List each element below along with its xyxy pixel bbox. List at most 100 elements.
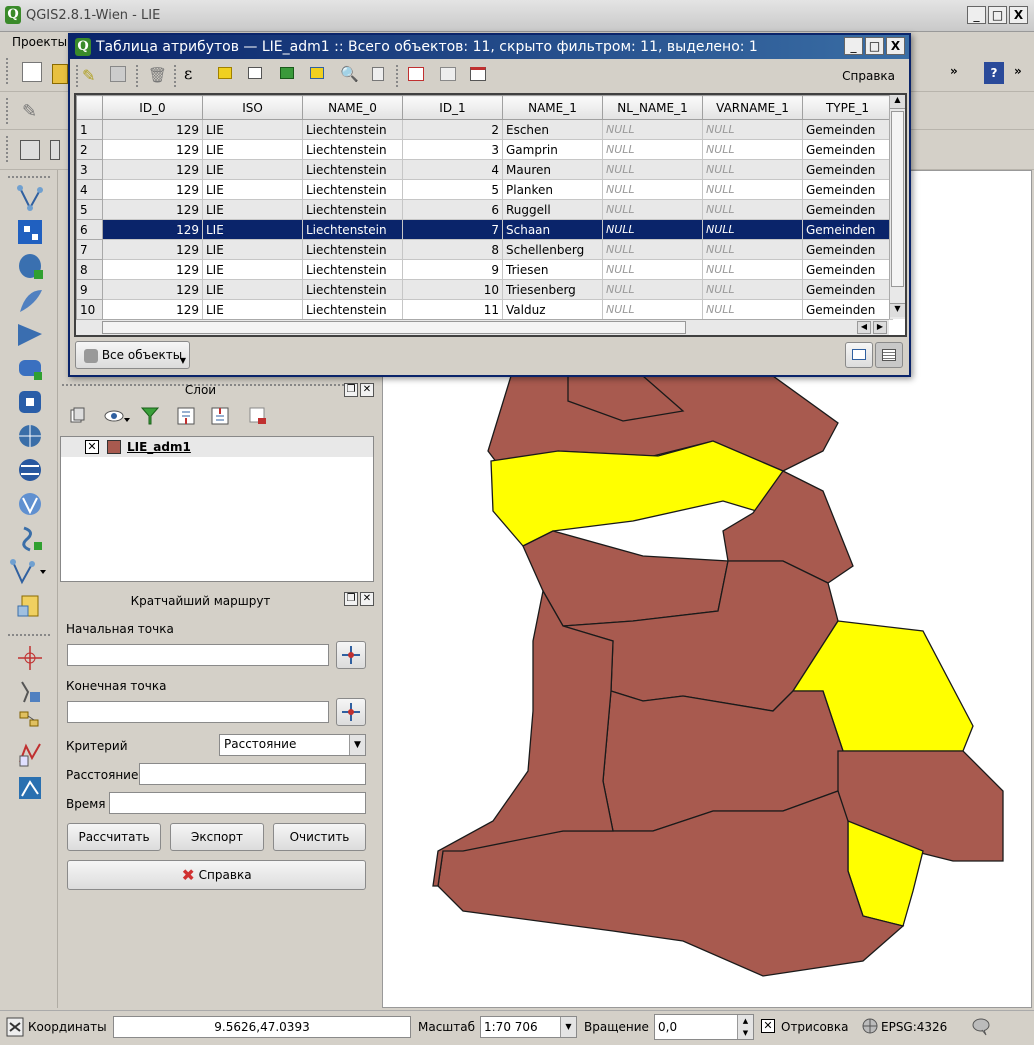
cell-iso[interactable]: LIE: [202, 299, 303, 320]
cell-iso[interactable]: LIE: [202, 199, 303, 220]
select-by-expression-icon[interactable]: ε: [184, 64, 204, 84]
cell-name1[interactable]: Planken: [502, 179, 603, 200]
help-icon[interactable]: ?: [984, 62, 1004, 84]
criterion-select[interactable]: Расстояние ▼: [219, 734, 366, 756]
filter-dropdown-button[interactable]: Все объекты ▼: [75, 341, 190, 369]
cell-var[interactable]: NULL: [702, 299, 803, 320]
row-header[interactable]: 2: [76, 139, 103, 160]
cell-name0[interactable]: Liechtenstein: [302, 259, 403, 280]
table-row[interactable]: 8 129 LIE Liechtenstein 9 Triesen NULL NULL Geme…: [76, 259, 893, 280]
dialog-minimize-button[interactable]: _: [844, 37, 863, 55]
table-row[interactable]: 9 129 LIE Liechtenstein 10 Triesenberg NULL NUL…: [76, 279, 893, 300]
cell-id1[interactable]: 6: [402, 199, 503, 220]
pan-to-selected-icon[interactable]: [310, 67, 324, 79]
cell-name0[interactable]: Liechtenstein: [302, 299, 403, 320]
cell-type[interactable]: Gemeinden: [802, 119, 893, 140]
db2-layer-icon[interactable]: [16, 388, 46, 418]
start-point-capture-button[interactable]: [336, 641, 366, 669]
delimited-text-layer-icon[interactable]: [16, 524, 46, 554]
cell-id0[interactable]: 129: [102, 179, 203, 200]
row-header[interactable]: 7: [76, 239, 103, 260]
cell-id0[interactable]: 129: [102, 279, 203, 300]
cell-name1[interactable]: Eschen: [502, 119, 603, 140]
rotation-spinbox[interactable]: 0,0 ▲ ▼: [654, 1014, 754, 1040]
table-row[interactable]: 3 129 LIE Liechtenstein 4 Mauren NULL NULL Gemei…: [76, 159, 893, 180]
table-row[interactable]: 10 129 LIE Liechtenstein 11 Valduz NULL NULL Gem…: [76, 299, 893, 320]
heatmap-icon[interactable]: [16, 740, 46, 770]
cell-id0[interactable]: 129: [102, 239, 203, 260]
cell-nl[interactable]: NULL: [602, 179, 703, 200]
cell-id1[interactable]: 5: [402, 179, 503, 200]
cell-nl[interactable]: NULL: [602, 139, 703, 160]
column-header-iso[interactable]: ISO: [202, 95, 303, 120]
add-vertex-layer-icon[interactable]: [16, 184, 46, 214]
remove-layer-icon[interactable]: [248, 406, 268, 426]
field-calculator-icon[interactable]: [470, 67, 486, 81]
cell-name1[interactable]: Schellenberg: [502, 239, 603, 260]
table-view-button[interactable]: [875, 342, 903, 368]
distance-field[interactable]: [139, 763, 366, 785]
cell-iso[interactable]: LIE: [202, 139, 303, 160]
collapse-all-icon[interactable]: [210, 406, 230, 426]
vertical-scrollbar[interactable]: ▲ ▼: [889, 95, 905, 319]
cell-type[interactable]: Gemeinden: [802, 259, 893, 280]
cell-type[interactable]: Gemeinden: [802, 179, 893, 200]
cell-name1[interactable]: Ruggell: [502, 199, 603, 220]
postgis-layer-icon[interactable]: [16, 252, 46, 282]
row-header[interactable]: 9: [76, 279, 103, 300]
cell-name0[interactable]: Liechtenstein: [302, 179, 403, 200]
zoom-to-selected-icon[interactable]: 🔍: [340, 65, 360, 85]
cell-name0[interactable]: Liechtenstein: [302, 279, 403, 300]
delete-column-icon[interactable]: [408, 67, 424, 81]
form-view-button[interactable]: [845, 342, 873, 368]
cell-type[interactable]: Gemeinden: [802, 279, 893, 300]
cell-name0[interactable]: Liechtenstein: [302, 219, 403, 240]
message-bubble-icon[interactable]: [972, 1018, 992, 1036]
row-header[interactable]: 8: [76, 259, 103, 280]
cell-nl[interactable]: NULL: [602, 219, 703, 240]
cell-name1[interactable]: Mauren: [502, 159, 603, 180]
select-all-icon[interactable]: [218, 67, 232, 79]
cell-iso[interactable]: LIE: [202, 179, 303, 200]
row-header[interactable]: 5: [76, 199, 103, 220]
cell-type[interactable]: Gemeinden: [802, 239, 893, 260]
cell-var[interactable]: NULL: [702, 119, 803, 140]
add-group-icon[interactable]: [68, 406, 86, 426]
route-help-button[interactable]: ✖ Справка: [67, 860, 366, 890]
dialog-help-button[interactable]: Справка: [842, 69, 895, 83]
column-header-nl-name-1[interactable]: NL_NAME_1: [602, 95, 703, 120]
copy-selected-icon[interactable]: [372, 67, 384, 81]
start-point-input[interactable]: [67, 644, 329, 666]
expand-all-icon[interactable]: [176, 406, 196, 426]
scroll-left-arrow-icon[interactable]: ◀: [857, 321, 871, 334]
cell-id0[interactable]: 129: [102, 119, 203, 140]
delete-selected-icon[interactable]: 🗑: [148, 66, 168, 86]
mssql-layer-icon[interactable]: [16, 320, 46, 350]
open-project-icon[interactable]: [52, 64, 68, 84]
oracle-layer-icon[interactable]: [16, 354, 46, 384]
vertical-scroll-thumb[interactable]: [891, 111, 904, 287]
cell-var[interactable]: NULL: [702, 279, 803, 300]
cell-var[interactable]: NULL: [702, 259, 803, 280]
visibility-eye-icon[interactable]: [104, 406, 132, 426]
row-header[interactable]: 10: [76, 299, 103, 320]
table-row[interactable]: 5 129 LIE Liechtenstein 6 Ruggell NULL NULL Geme…: [76, 199, 893, 220]
row-header[interactable]: 6: [76, 219, 103, 240]
cell-id0[interactable]: 129: [102, 259, 203, 280]
end-point-input[interactable]: [67, 701, 329, 723]
invert-selection-icon[interactable]: [248, 67, 262, 79]
minimize-button[interactable]: _: [967, 6, 986, 24]
cell-iso[interactable]: LIE: [202, 219, 303, 240]
maximize-button[interactable]: □: [988, 6, 1007, 24]
end-point-capture-button[interactable]: [336, 698, 366, 726]
coordinates-field[interactable]: 9.5626,47.0393: [113, 1016, 411, 1038]
cell-id1[interactable]: 4: [402, 159, 503, 180]
cell-id1[interactable]: 10: [402, 279, 503, 300]
column-header-id-0[interactable]: ID_0: [102, 95, 203, 120]
new-shapefile-layer-icon[interactable]: [10, 558, 54, 588]
cell-var[interactable]: NULL: [702, 179, 803, 200]
cell-name1[interactable]: Valduz: [502, 299, 603, 320]
crs-globe-icon[interactable]: [862, 1018, 878, 1034]
cell-id1[interactable]: 11: [402, 299, 503, 320]
cell-name1[interactable]: Schaan: [502, 219, 603, 240]
